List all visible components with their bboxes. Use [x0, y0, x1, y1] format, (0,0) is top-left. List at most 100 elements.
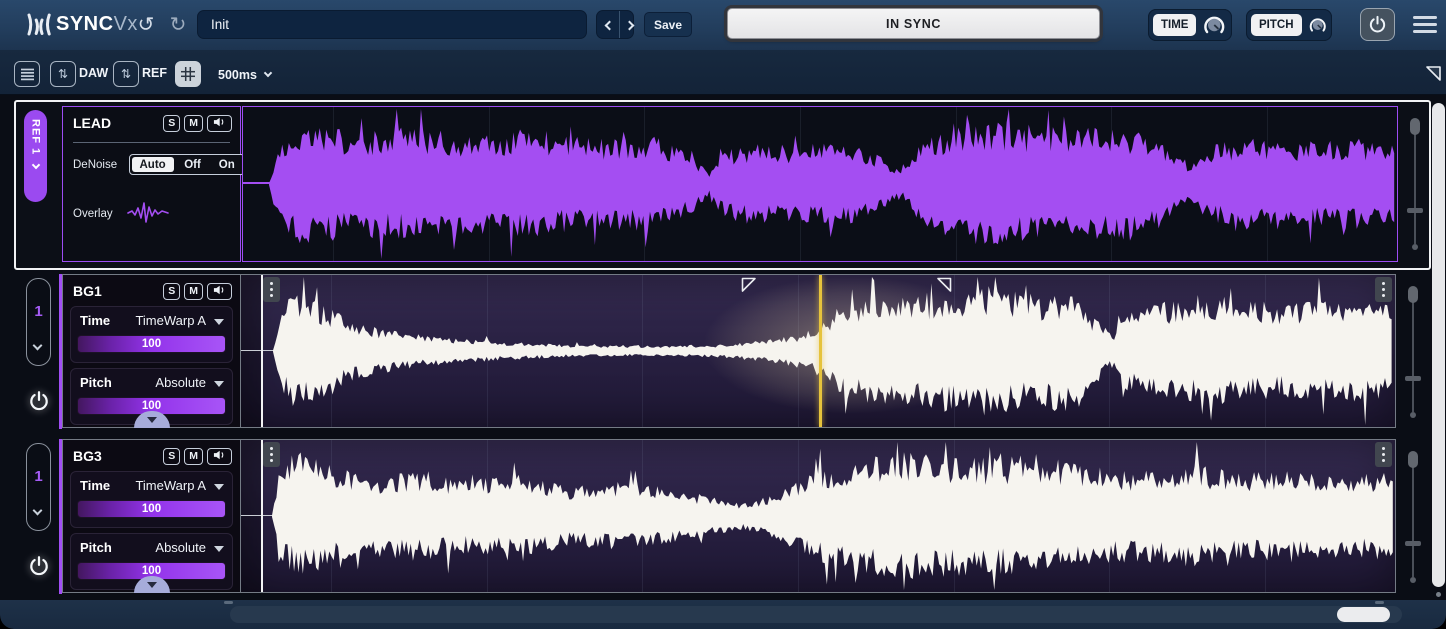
- solo-button[interactable]: S: [163, 448, 180, 465]
- dropdown-arrow-icon[interactable]: [214, 381, 224, 387]
- fader-handle[interactable]: [1408, 286, 1418, 303]
- time-amount-slider[interactable]: 100: [77, 335, 226, 353]
- bg3-waveform-shape: [241, 440, 1395, 592]
- fader-center-mark: [1405, 541, 1421, 546]
- monitor-button[interactable]: [207, 115, 232, 132]
- ref-track-header: LEAD S M DeNoise Auto Off On Overlay: [62, 106, 241, 262]
- swap-arrows-icon: ⇅: [58, 67, 68, 81]
- bg1-track-header: BG1 S M Time TimeWarp A 100 Pitch: [62, 274, 241, 428]
- ref-sync-button[interactable]: ⇅: [113, 61, 139, 87]
- mute-button[interactable]: M: [184, 283, 203, 300]
- corner-marker-icon[interactable]: [1425, 65, 1442, 82]
- resolution-dropdown[interactable]: 500ms: [218, 66, 271, 84]
- bg3-volume-fader: [1399, 443, 1427, 593]
- preset-prev-button[interactable]: [597, 11, 619, 38]
- pitch-label: Pitch: [80, 375, 112, 390]
- pitch-button[interactable]: PITCH: [1251, 14, 1302, 36]
- fader-rail: [1412, 298, 1414, 412]
- speaker-icon: [213, 450, 226, 460]
- undo-button[interactable]: ↺: [132, 11, 160, 39]
- bg1-group-button[interactable]: 1: [26, 278, 51, 366]
- ref-waveform[interactable]: [242, 106, 1398, 262]
- divider: [73, 142, 230, 143]
- bg1-volume-fader: [1399, 278, 1427, 428]
- track-options-button[interactable]: [263, 277, 280, 302]
- fader-handle[interactable]: [1408, 451, 1418, 468]
- toolbar: ⇅ DAW ⇅ REF 500ms 01:25.00 01:25.50 01:2…: [0, 50, 1446, 95]
- mute-button[interactable]: M: [184, 115, 203, 132]
- menu-button[interactable]: [1413, 16, 1437, 34]
- time-mode-dropdown[interactable]: TimeWarp A: [135, 478, 206, 493]
- save-button[interactable]: Save: [644, 12, 692, 37]
- warp-marker-left-icon[interactable]: [741, 277, 757, 293]
- plugin-window: SYNCVx ↺ ↻ Save IN SYNC TIME PITCH: [0, 0, 1446, 629]
- warp-marker-right-icon[interactable]: [936, 277, 952, 293]
- time-group: Time TimeWarp A 100: [70, 471, 233, 528]
- time-mode-dropdown[interactable]: TimeWarp A: [135, 313, 206, 328]
- bg1-waveform-shape: [241, 275, 1395, 427]
- pitch-knob[interactable]: [1308, 12, 1328, 38]
- overlay-icon[interactable]: [127, 200, 169, 226]
- dropdown-arrow-icon[interactable]: [214, 319, 224, 325]
- preset-next-button[interactable]: [619, 11, 642, 38]
- fader-handle[interactable]: [1410, 118, 1420, 135]
- ref-volume-fader: [1401, 110, 1429, 260]
- bg3-power-icon[interactable]: [28, 555, 50, 577]
- speaker-icon: [213, 117, 226, 127]
- track-options-button[interactable]: [1375, 442, 1392, 467]
- track-options-button[interactable]: [1375, 277, 1392, 302]
- resolution-value: 500ms: [218, 68, 257, 82]
- denoise-on-option[interactable]: On: [210, 159, 244, 171]
- time-group: Time TimeWarp A 100: [70, 306, 233, 363]
- bg3-group-button[interactable]: 1: [26, 443, 51, 531]
- time-amount-slider[interactable]: 100: [77, 500, 226, 518]
- pitch-mode-dropdown[interactable]: Absolute: [155, 540, 206, 555]
- denoise-off-option[interactable]: Off: [175, 159, 210, 171]
- daw-label: DAW: [79, 66, 108, 80]
- horizontal-scrollbar[interactable]: [230, 606, 1402, 623]
- swap-arrows-icon: ⇅: [121, 67, 131, 81]
- fader-center-mark: [1405, 376, 1421, 381]
- daw-sync-button[interactable]: ⇅: [50, 61, 76, 87]
- bg1-power-icon[interactable]: [28, 390, 50, 412]
- grid-button[interactable]: [175, 61, 201, 87]
- chevron-down-icon: [31, 161, 39, 169]
- chevron-left-icon: [605, 21, 615, 31]
- monitor-button[interactable]: [207, 448, 232, 465]
- bg3-waveform[interactable]: [240, 439, 1396, 593]
- chevron-down-icon: [33, 506, 43, 516]
- power-icon: [1368, 15, 1387, 34]
- bg3-track: 1 BG3 S M Time TimeWarp A: [14, 437, 1431, 595]
- monitor-button[interactable]: [207, 283, 232, 300]
- power-button[interactable]: [1360, 8, 1395, 41]
- time-amount-value: 100: [142, 338, 161, 350]
- chevron-right-icon: [625, 21, 635, 31]
- denoise-auto-option[interactable]: Auto: [132, 157, 174, 172]
- track-name: BG3: [73, 448, 102, 464]
- pitch-mode-dropdown[interactable]: Absolute: [155, 375, 206, 390]
- denoise-label: DeNoise: [73, 159, 117, 171]
- dropdown-arrow-icon[interactable]: [214, 484, 224, 490]
- vertical-scrollbar[interactable]: [1432, 103, 1445, 587]
- time-button[interactable]: TIME: [1153, 14, 1196, 36]
- ref-side-label: REF 1: [30, 119, 42, 155]
- bg1-waveform[interactable]: [240, 274, 1396, 428]
- mute-button[interactable]: M: [184, 448, 203, 465]
- track-options-button[interactable]: [263, 442, 280, 467]
- track-collapse-pill[interactable]: REF 1: [24, 110, 47, 202]
- playhead[interactable]: [819, 275, 822, 427]
- time-label: Time: [80, 313, 110, 328]
- preset-input[interactable]: [197, 10, 587, 39]
- time-knob[interactable]: [1202, 12, 1227, 38]
- dropdown-arrow-icon[interactable]: [214, 546, 224, 552]
- waves-logo-icon: [26, 11, 52, 38]
- speaker-icon: [213, 285, 226, 295]
- redo-button[interactable]: ↻: [164, 11, 192, 39]
- grid-icon: [181, 67, 195, 81]
- horizontal-scroll-thumb[interactable]: [1337, 607, 1390, 622]
- tracklist-button[interactable]: [14, 61, 40, 87]
- fader-end-dot: [1412, 244, 1418, 250]
- pitch-label: Pitch: [80, 540, 112, 555]
- solo-button[interactable]: S: [163, 283, 180, 300]
- solo-button[interactable]: S: [163, 115, 180, 132]
